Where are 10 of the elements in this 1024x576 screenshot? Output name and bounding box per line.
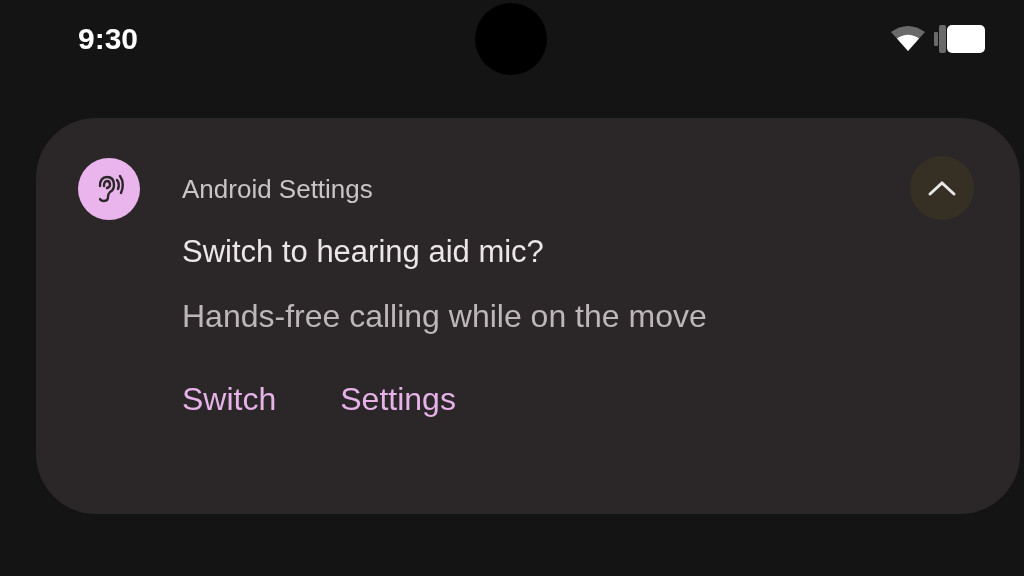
action-button[interactable]: Switch [170,365,289,434]
notification-card[interactable]: Android Settings Switch to hearing aid mic? Hands-free calling while on the move Switch Settings [36,118,1020,514]
chevron-icon [927,179,957,197]
wifi-icon [890,25,926,53]
battery-icon [934,23,986,55]
notification-text: Hands-free calling while on the move [182,298,708,335]
status-time: 9:30 [78,22,139,56]
app-name: Android Settings [182,173,373,205]
notification-title: Switch to hearing aid mic? [182,234,545,270]
action-button[interactable]: Settings [328,365,468,434]
